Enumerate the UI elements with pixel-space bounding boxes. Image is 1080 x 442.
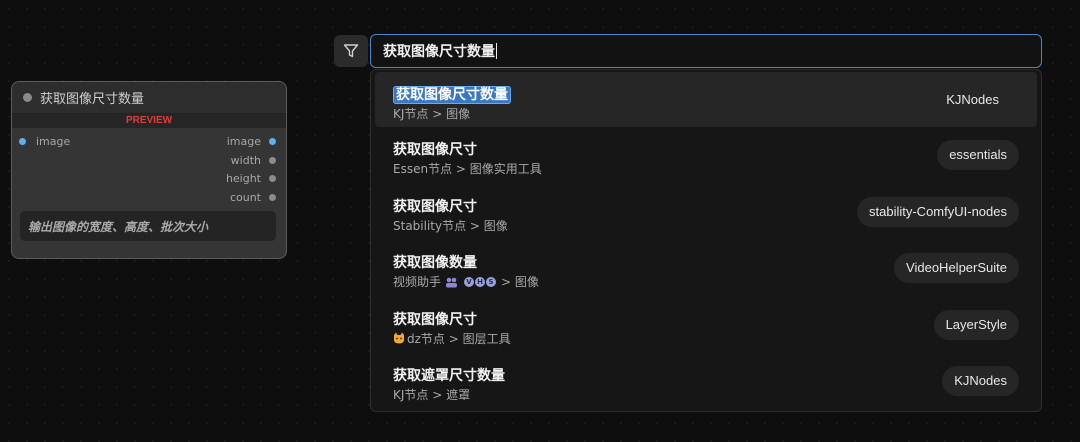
node-description: 输出图像的宽度、高度、批次大小 bbox=[20, 211, 276, 241]
category-text: dz节点 > 图层工具 bbox=[407, 331, 511, 346]
output-dot-icon[interactable] bbox=[269, 193, 276, 201]
filter-icon bbox=[343, 44, 359, 58]
result-category: dz节点 > 图层工具 bbox=[393, 330, 511, 347]
collapse-dot-icon[interactable] bbox=[23, 93, 32, 102]
output-slot-label: width bbox=[230, 153, 261, 167]
result-title: 获取图像尺寸 bbox=[393, 198, 477, 215]
output-dot-icon[interactable] bbox=[269, 138, 276, 145]
slot-row: count bbox=[12, 188, 286, 207]
result-title: 获取遮罩尺寸数量 bbox=[393, 368, 505, 384]
input-slot-label: image bbox=[36, 135, 71, 148]
result-item[interactable]: 获取遮罩尺寸数量 KJ节点 > 遮罩 KJNodes bbox=[371, 353, 1041, 410]
result-source-badge: VideoHelperSuite bbox=[894, 253, 1019, 283]
slot-row: width bbox=[12, 151, 286, 170]
result-category: KJ节点 > 遮罩 bbox=[393, 388, 471, 402]
result-title: 获取图像数量 bbox=[393, 255, 477, 271]
slot-row: height bbox=[12, 169, 286, 188]
cat-emoji-icon bbox=[394, 332, 404, 344]
category-text: 视频助手 bbox=[393, 275, 442, 289]
node-header[interactable]: 获取图像尺寸数量 bbox=[12, 82, 286, 114]
result-title: 获取图像尺寸 bbox=[393, 311, 477, 328]
input-slot-image[interactable]: image bbox=[19, 135, 70, 148]
output-slot-width[interactable]: width bbox=[231, 154, 276, 167]
vhs-letter: H bbox=[475, 276, 486, 287]
result-category: Stability节点 > 图像 bbox=[393, 218, 508, 233]
result-title: 获取图像尺寸数量 bbox=[393, 84, 511, 104]
output-slot-count[interactable]: count bbox=[230, 191, 276, 204]
output-slot-label: image bbox=[226, 135, 261, 148]
result-source-badge: KJNodes bbox=[946, 92, 999, 107]
text-caret bbox=[496, 43, 497, 59]
search-input[interactable]: 获取图像尺寸数量 bbox=[370, 34, 1042, 68]
result-item[interactable]: 获取图像尺寸 Stability节点 > 图像 stability-ComfyU… bbox=[371, 184, 1041, 241]
output-slot-height[interactable]: height bbox=[226, 172, 276, 185]
node-preview-label: PREVIEW bbox=[12, 114, 286, 128]
vhs-badge-icon: V H S bbox=[464, 276, 497, 287]
result-source-badge: stability-ComfyUI-nodes bbox=[857, 196, 1019, 227]
input-dot-icon[interactable] bbox=[19, 138, 26, 145]
result-source-badge: KJNodes bbox=[942, 366, 1019, 396]
node-card[interactable]: 获取图像尺寸数量 PREVIEW image image width heigh… bbox=[11, 81, 287, 259]
result-item[interactable]: 获取图像尺寸 dz节点 > 图层工具 LayerStyle bbox=[371, 297, 1041, 354]
result-item[interactable]: 获取图像数量 视频助手 V H S > 图像 VideoHelperSuite bbox=[371, 240, 1041, 297]
people-emoji-icon bbox=[446, 277, 458, 287]
result-category: KJ节点 > 图像 bbox=[393, 107, 471, 121]
result-item[interactable]: 获取图像尺寸数量 KJ节点 > 图像 KJNodes bbox=[375, 72, 1037, 127]
output-slot-label: height bbox=[225, 172, 261, 185]
result-category: 视频助手 V H S > 图像 bbox=[393, 273, 539, 290]
vhs-letter: V bbox=[464, 276, 475, 287]
result-item[interactable]: 获取图像尺寸 Essen节点 > 图像实用工具 essentials bbox=[371, 127, 1041, 184]
output-slot-label: count bbox=[229, 190, 261, 204]
result-source-badge: LayerStyle bbox=[933, 309, 1019, 340]
output-slot-image[interactable]: image bbox=[227, 135, 276, 148]
output-dot-icon[interactable] bbox=[269, 156, 276, 164]
output-dot-icon[interactable] bbox=[269, 175, 276, 182]
result-category: Essen节点 > 图像实用工具 bbox=[393, 162, 542, 176]
slot-row: image image bbox=[12, 132, 286, 151]
search-input-value: 获取图像尺寸数量 bbox=[383, 44, 495, 60]
result-title-highlight: 获取图像尺寸数量 bbox=[393, 86, 511, 104]
result-title: 获取图像尺寸 bbox=[393, 142, 477, 158]
category-text: > 图像 bbox=[501, 275, 539, 289]
result-source-badge: essentials bbox=[937, 140, 1019, 170]
search-results-list[interactable]: 获取图像尺寸数量 KJ节点 > 图像 KJNodes 获取图像尺寸 Essen节… bbox=[370, 69, 1042, 412]
node-title: 获取图像尺寸数量 bbox=[40, 92, 145, 107]
vhs-letter: S bbox=[486, 276, 497, 287]
filter-button[interactable] bbox=[334, 35, 368, 67]
